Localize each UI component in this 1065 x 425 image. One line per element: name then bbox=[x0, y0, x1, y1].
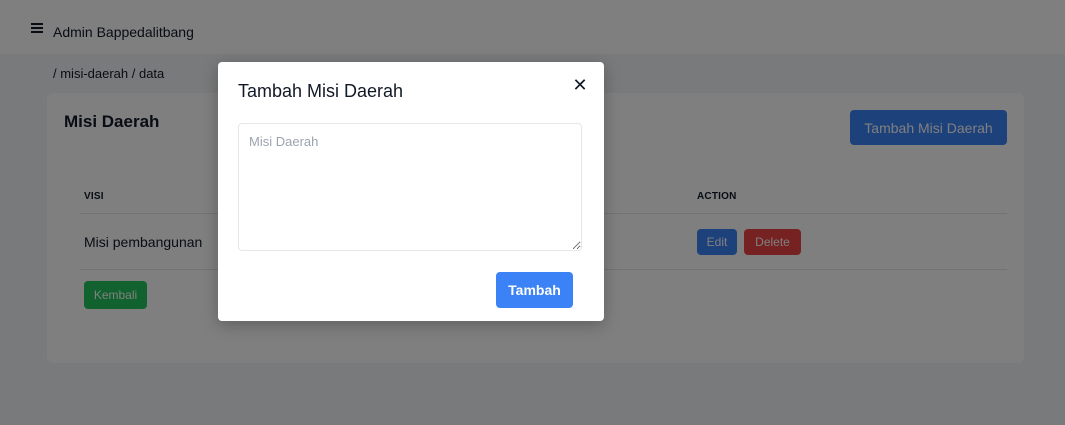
page: Admin Bappedalitbang / misi-daerah / dat… bbox=[0, 0, 1065, 425]
modal-title: Tambah Misi Daerah bbox=[238, 81, 404, 101]
add-misi-modal: Tambah Misi Daerah ✕ Tambah bbox=[218, 62, 604, 321]
misi-daerah-textarea[interactable] bbox=[238, 123, 582, 251]
close-icon[interactable]: ✕ bbox=[568, 74, 592, 98]
submit-button[interactable]: Tambah bbox=[496, 272, 573, 308]
